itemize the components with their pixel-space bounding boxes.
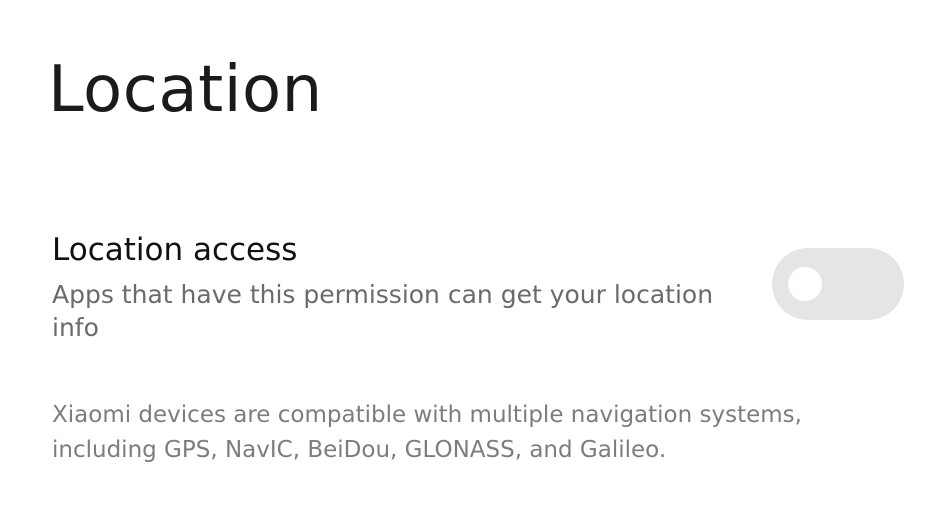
location-access-setting[interactable]: Location access Apps that have this perm…: [52, 224, 908, 354]
toggle-knob: [788, 267, 822, 301]
location-access-title: Location access: [52, 232, 298, 268]
navigation-systems-footnote: Xiaomi devices are compatible with multi…: [52, 402, 802, 463]
page-title: Location: [48, 53, 323, 127]
location-access-toggle[interactable]: [772, 248, 904, 320]
location-access-description: Apps that have this permission can get y…: [52, 280, 714, 342]
